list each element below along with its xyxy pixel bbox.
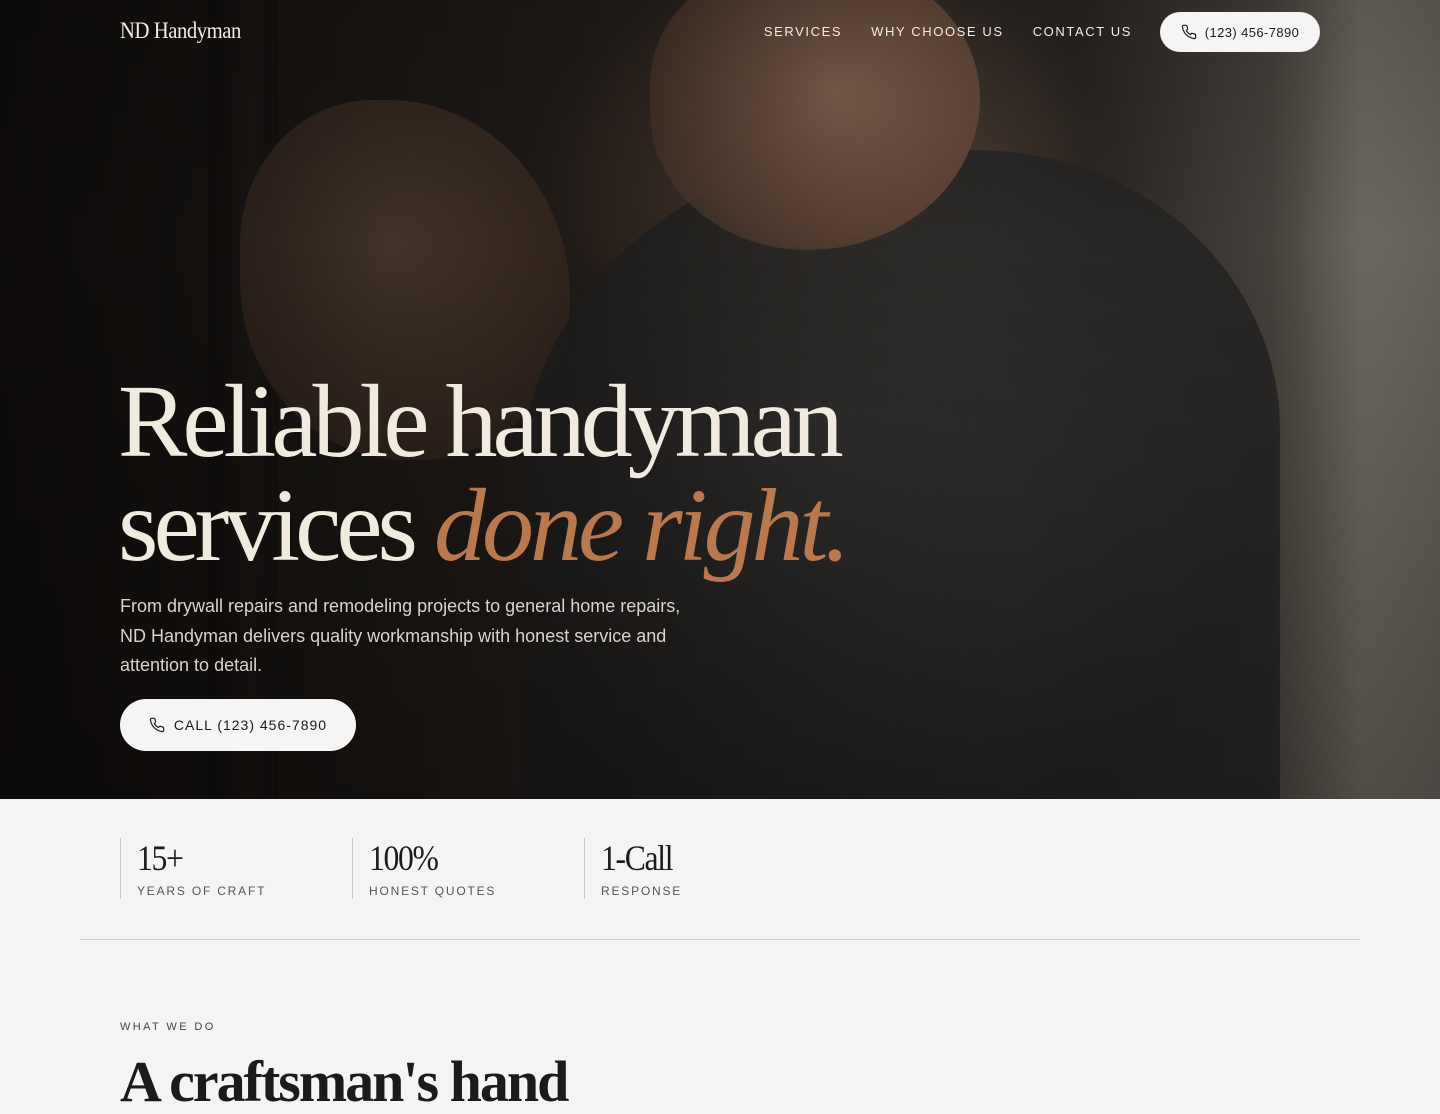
stat-label: RESPONSE [601,884,683,898]
site-logo[interactable]: ND Handyman [120,18,241,44]
hero-headline-accent: done right. [433,468,850,583]
section-divider [80,939,1360,940]
nav-link-contact-us[interactable]: CONTACT US [1033,24,1132,39]
stats-row: 15+ YEARS OF CRAFT 100% HONEST QUOTES 1-… [120,838,816,899]
stat-item: 15+ YEARS OF CRAFT [120,838,352,899]
call-cta-button[interactable]: CALL (123) 456-7890 [120,699,356,751]
stat-value: 15+ [137,838,184,878]
hero-section: ND Handyman SERVICES WHY CHOOSE US CONTA… [0,0,1440,799]
phone-icon [1181,24,1197,40]
nav-link-why-choose-us[interactable]: WHY CHOOSE US [871,24,1004,39]
call-cta-label: CALL (123) 456-7890 [173,717,328,733]
phone-icon [149,717,165,733]
nav-phone-label: (123) 456-7890 [1204,24,1300,40]
hero-headline-line2: services [118,468,434,583]
stat-label: YEARS OF CRAFT [137,884,267,898]
stat-value: 1-Call [601,838,674,878]
section-eyebrow: WHAT WE DO [120,1021,216,1033]
stat-item: 1-Call RESPONSE [584,838,816,899]
section-title: A craftsman's hand [120,1049,569,1114]
hero-headline-line1: Reliable handyman [118,364,844,479]
top-nav: ND Handyman SERVICES WHY CHOOSE US CONTA… [0,0,1440,64]
stat-label: HONEST QUOTES [369,884,497,898]
nav-phone-button[interactable]: (123) 456-7890 [1160,12,1320,52]
nav-links: SERVICES WHY CHOOSE US CONTACT US [764,24,1132,39]
stat-value: 100% [369,838,439,878]
hero-headline: Reliable handyman services done right. [118,370,850,578]
nav-link-services[interactable]: SERVICES [764,24,842,39]
stat-item: 100% HONEST QUOTES [352,838,584,899]
hero-subtext: From drywall repairs and remodeling proj… [120,596,681,675]
